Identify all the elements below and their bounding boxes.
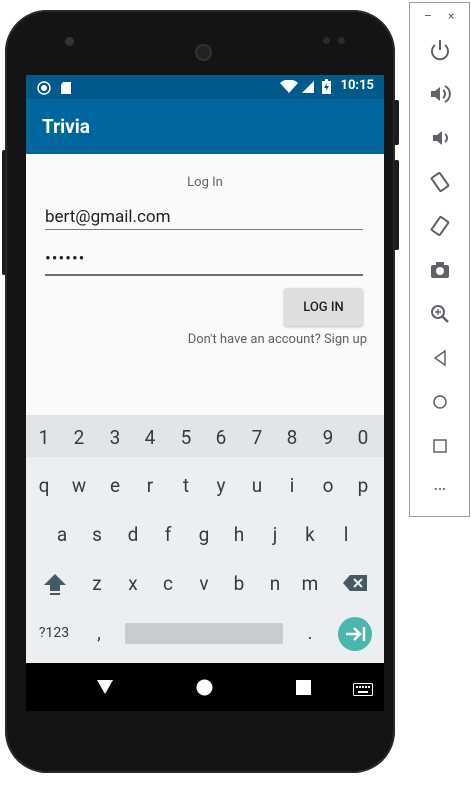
earpiece-icon — [195, 44, 212, 61]
back-icon[interactable] — [96, 679, 114, 699]
zoom-icon[interactable] — [427, 301, 453, 327]
key-5[interactable]: 5 — [171, 426, 201, 449]
sensor-icon — [338, 37, 345, 44]
sd-card-icon — [60, 80, 72, 99]
key-f[interactable]: f — [153, 523, 183, 546]
key-b[interactable]: b — [224, 572, 254, 595]
key-r[interactable]: r — [135, 474, 165, 497]
key-w[interactable]: w — [64, 474, 94, 497]
home-icon[interactable] — [196, 679, 213, 700]
close-button[interactable]: × — [448, 9, 454, 23]
key-q[interactable]: q — [29, 474, 59, 497]
key-c[interactable]: c — [153, 572, 183, 595]
rotate-left-icon[interactable] — [427, 169, 453, 195]
home-icon[interactable] — [427, 389, 453, 415]
key-j[interactable]: j — [260, 523, 290, 546]
go-arrow-icon — [346, 627, 366, 641]
key-u[interactable]: u — [242, 474, 272, 497]
key-n[interactable]: n — [260, 572, 290, 595]
left-side-button — [2, 150, 6, 275]
key-i[interactable]: i — [277, 474, 307, 497]
key-x[interactable]: x — [118, 572, 148, 595]
key-3[interactable]: 3 — [100, 426, 130, 449]
key-2[interactable]: 2 — [64, 426, 94, 449]
email-field[interactable]: bert@gmail.com — [45, 205, 363, 230]
key-a[interactable]: a — [47, 523, 77, 546]
more-icon[interactable]: ... — [427, 478, 453, 504]
front-camera-icon — [65, 37, 74, 46]
sync-icon — [37, 80, 51, 99]
enter-key[interactable] — [338, 617, 372, 651]
key-y[interactable]: y — [206, 474, 236, 497]
key-e[interactable]: e — [100, 474, 130, 497]
key-g[interactable]: g — [189, 523, 219, 546]
key-l[interactable]: l — [331, 523, 361, 546]
shift-icon[interactable] — [40, 572, 70, 601]
period-key[interactable]: . — [295, 621, 325, 644]
space-key[interactable] — [125, 623, 283, 644]
login-title: Log In — [187, 175, 223, 190]
power-icon[interactable] — [427, 37, 453, 63]
key-9[interactable]: 9 — [313, 426, 343, 449]
key-t[interactable]: t — [171, 474, 201, 497]
key-h[interactable]: h — [224, 523, 254, 546]
symbols-key[interactable]: ?123 — [36, 625, 72, 641]
comma-key[interactable]: , — [84, 623, 114, 644]
status-bar: 10:15 — [26, 75, 384, 99]
volume-up-icon[interactable] — [427, 81, 453, 107]
phone-frame: 10:15 Trivia Log In bert@gmail.com •••••… — [2, 10, 399, 773]
cell-signal-icon — [301, 79, 315, 98]
key-8[interactable]: 8 — [277, 426, 307, 449]
sensor-icon — [323, 37, 330, 44]
volume-down-icon[interactable] — [427, 125, 453, 151]
navigation-bar — [26, 663, 384, 711]
emulator-toolbar: – × ... — [409, 2, 470, 517]
soft-keyboard: 1 2 3 4 5 6 7 8 9 0 q w e r t y u i o p … — [26, 415, 384, 663]
device-screen: 10:15 Trivia Log In bert@gmail.com •••••… — [26, 75, 384, 711]
back-icon[interactable] — [427, 345, 453, 371]
key-p[interactable]: p — [348, 474, 378, 497]
key-d[interactable]: d — [118, 523, 148, 546]
keyboard-switcher-icon[interactable] — [353, 681, 373, 700]
key-m[interactable]: m — [295, 572, 325, 595]
backspace-icon[interactable] — [340, 574, 370, 597]
overview-icon[interactable] — [296, 680, 311, 699]
key-v[interactable]: v — [189, 572, 219, 595]
status-time: 10:15 — [340, 78, 375, 93]
rotate-right-icon[interactable] — [427, 213, 453, 239]
key-o[interactable]: o — [313, 474, 343, 497]
key-0[interactable]: 0 — [348, 426, 378, 449]
login-button[interactable]: LOG IN — [284, 288, 363, 326]
key-z[interactable]: z — [82, 572, 112, 595]
battery-icon — [322, 79, 331, 98]
app-title: Trivia — [42, 115, 90, 138]
key-6[interactable]: 6 — [206, 426, 236, 449]
overview-icon[interactable] — [427, 433, 453, 459]
key-k[interactable]: k — [295, 523, 325, 546]
key-4[interactable]: 4 — [135, 426, 165, 449]
key-1[interactable]: 1 — [29, 426, 59, 449]
minimize-button[interactable]: – — [424, 9, 432, 23]
app-bar: Trivia — [26, 99, 384, 154]
key-s[interactable]: s — [82, 523, 112, 546]
password-field[interactable]: •••••• — [45, 249, 363, 276]
power-side-button — [394, 100, 399, 145]
camera-icon[interactable] — [427, 257, 453, 283]
volume-side-button — [394, 160, 399, 250]
key-7[interactable]: 7 — [242, 426, 272, 449]
wifi-icon — [280, 79, 298, 98]
signup-link[interactable]: Don't have an account? Sign up — [188, 332, 367, 347]
